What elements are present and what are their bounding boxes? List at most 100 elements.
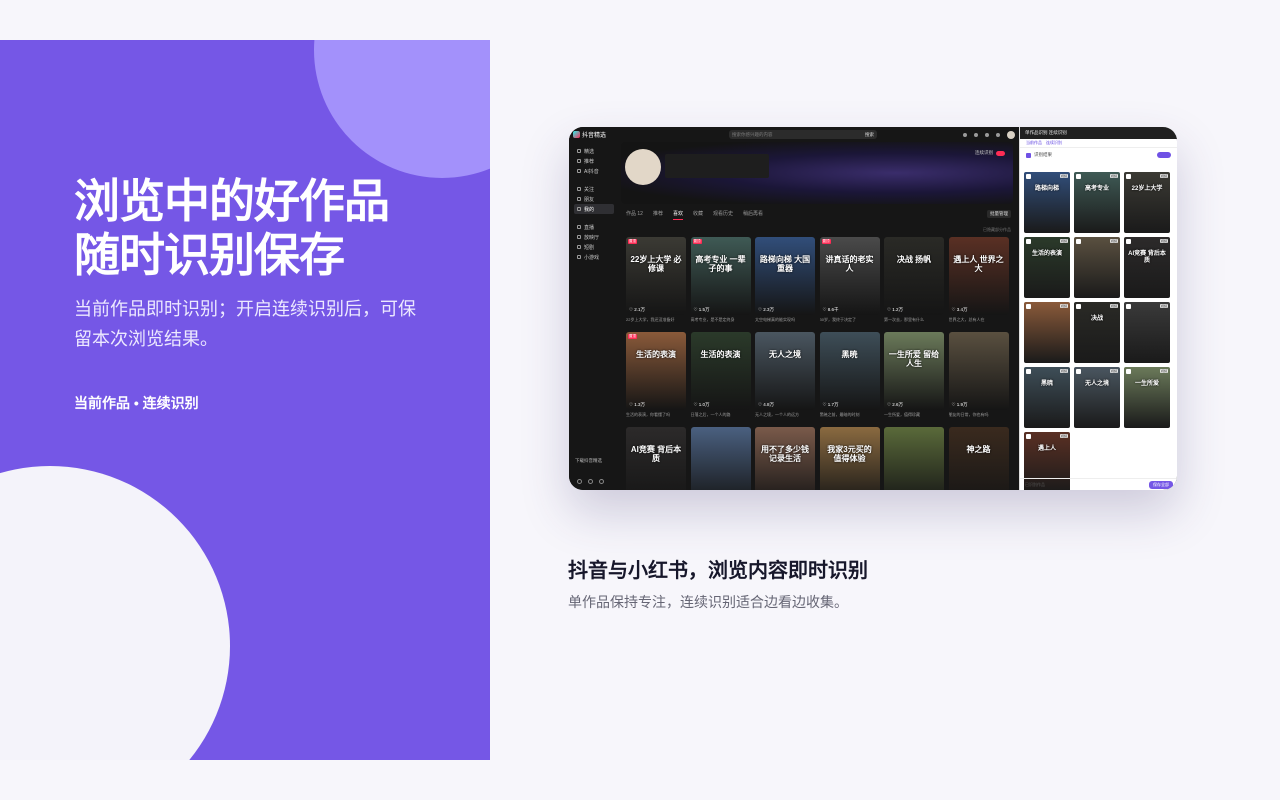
profile-tab[interactable]: 收藏 [693,210,703,220]
recognized-card[interactable]: 视频 路梯向梯 [1024,172,1070,233]
upload-icon[interactable] [985,132,989,137]
extension-tab-continuous[interactable]: 连续识别 [1046,140,1062,146]
settings-icon[interactable] [577,479,582,484]
video-thumbnail[interactable]: 一生所爱 留给人生 ♡ 2.6万 [884,332,944,410]
video-thumbnail[interactable]: 决战 扬帆 ♡ 1.2万 [884,237,944,315]
sidebar-item[interactable]: 放映厅 [574,232,614,242]
select-checkbox[interactable] [1076,174,1081,179]
select-checkbox[interactable] [1076,304,1081,309]
sidebar-item-label: 小游戏 [584,254,600,261]
video-card[interactable]: ♡ 3.5万春天的花开了 [884,427,944,490]
profile-tab[interactable]: 推荐 [653,210,663,220]
recognized-card-title: 22岁上大学 [1131,186,1163,192]
recognized-card[interactable]: 视频 一生所爱 [1124,367,1170,428]
sidebar-item[interactable]: 小游戏 [574,252,614,262]
settings-icon[interactable] [996,132,1000,137]
video-card[interactable]: 置顶 讲真话的老实人 ♡ 8.6千 30岁，我终于决定了 [819,237,880,324]
video-card[interactable]: 用不了多少钱 记录生活♡ 5.2万记录生活的每一天 [755,427,815,490]
help-icon[interactable] [599,479,604,484]
select-checkbox[interactable] [1026,174,1031,179]
profile-avatar[interactable] [625,149,661,185]
select-checkbox[interactable] [1076,239,1081,244]
profile-tab[interactable]: 作品 12 [626,210,643,220]
profile-tab[interactable]: 稍后再看 [743,210,763,220]
select-checkbox[interactable] [1076,369,1081,374]
douyin-search-input[interactable]: 搜索你感兴趣的内容 搜索 [729,130,877,139]
checkbox-icon[interactable] [1026,152,1031,158]
video-likes: ♡ 2.1万 [629,307,646,312]
video-card[interactable]: 置顶 高考专业 一辈子的事 ♡ 1.5万 高考专业，是不是定终身 [690,237,751,324]
video-card[interactable]: 路梯向梯 大国重器 ♡ 2.3万 太空电梯真的能实现吗 [755,237,815,324]
video-thumbnail[interactable]: 我家3元买的 值得体验♡ 1.3万 [819,427,880,490]
sidebar-download[interactable]: 下载抖音精选 [575,458,602,464]
video-card[interactable]: 置顶 生活的表演 ♡ 1.3万 生活的表演，你看懂了吗 [626,332,686,419]
recognized-card[interactable]: 视频 黑暁 [1024,367,1070,428]
video-card[interactable]: 遇上人 世界之大 ♡ 3.4万 世界之大，总有人在 [948,237,1009,324]
profile-tab[interactable]: 观看历史 [713,210,733,220]
video-thumbnail[interactable]: 路梯向梯 大国重器 ♡ 2.3万 [755,237,815,315]
user-avatar[interactable] [1007,130,1015,139]
select-checkbox[interactable] [1026,239,1031,244]
sidebar-item[interactable]: 朋友 [574,194,614,204]
video-card[interactable]: 置顶 22岁上大学 必修课 ♡ 2.1万 22岁上大学，我还没准备好 [626,237,686,324]
select-checkbox[interactable] [1026,369,1031,374]
bell-icon[interactable] [963,132,967,137]
video-thumbnail[interactable]: 黑暁 ♡ 1.7万 [819,332,880,410]
video-card[interactable]: 一生所爱 留给人生 ♡ 2.6万 一生所爱，值得珍藏 [884,332,944,419]
video-card[interactable]: 神之路♡ 2.8万神之路，传说中的地方 [948,427,1009,490]
recognized-card[interactable]: 视频 [1024,302,1070,363]
sidebar-item[interactable]: 关注 [574,184,614,194]
video-card[interactable]: 黑暁 ♡ 1.7万 黑暁之前，最暗的时刻 [819,332,880,419]
select-checkbox[interactable] [1026,304,1031,309]
video-card[interactable]: ♡ 9.8千这个方法太实用了 [690,427,751,490]
sidebar-item[interactable]: 精选 [574,146,614,156]
select-checkbox[interactable] [1126,304,1131,309]
recognized-card[interactable]: 视频 高考专业 [1074,172,1120,233]
message-icon[interactable] [974,132,978,137]
video-thumbnail[interactable]: 置顶 生活的表演 ♡ 1.3万 [626,332,686,410]
recognized-card[interactable]: 视频 [1124,302,1170,363]
video-thumbnail[interactable]: 神之路♡ 2.8万 [948,427,1009,490]
recognized-card[interactable]: 视频 AI竞赛 背后本质 [1124,237,1170,298]
video-thumbnail[interactable]: 生活的表演 ♡ 1.0万 [690,332,751,410]
video-card[interactable]: AI竞赛 背后本质♡ 1.1万AI竞赛的背后 [626,427,686,490]
video-card[interactable]: ♡ 1.9万 朋友的日常，你也有吗 [948,332,1009,419]
sidebar-item[interactable]: 直播 [574,222,614,232]
select-checkbox[interactable] [1026,434,1031,439]
recognized-card[interactable]: 视频 [1074,237,1120,298]
sidebar-item[interactable]: 推荐 [574,156,614,166]
select-checkbox[interactable] [1126,174,1131,179]
recognized-card[interactable]: 视频 决战 [1074,302,1120,363]
video-thumbnail[interactable]: ♡ 9.8千 [690,427,751,490]
select-checkbox[interactable] [1126,369,1131,374]
recognized-card[interactable]: 视频 生活的表演 [1024,237,1070,298]
video-card[interactable]: 决战 扬帆 ♡ 1.2万 第一次去，那里有什么 [884,237,944,324]
video-thumbnail[interactable]: 置顶 22岁上大学 必修课 ♡ 2.1万 [626,237,686,315]
video-thumbnail[interactable]: 置顶 讲真话的老实人 ♡ 8.6千 [819,237,880,315]
video-thumbnail[interactable]: 用不了多少钱 记录生活♡ 5.2万 [755,427,815,490]
video-thumbnail[interactable]: 遇上人 世界之大 ♡ 3.4万 [948,237,1009,315]
profile-tab[interactable]: 喜欢 [672,210,683,220]
continuous-toggle[interactable] [1157,152,1171,158]
sidebar-item[interactable]: AI抖音 [574,166,614,176]
video-thumbnail[interactable]: 无人之境 ♡ 4.8万 [755,332,815,410]
video-thumbnail[interactable]: ♡ 1.9万 [948,332,1009,410]
recognized-card[interactable]: 视频 22岁上大学 [1124,172,1170,233]
sidebar-item[interactable]: 我的 [574,204,614,214]
video-card[interactable]: 我家3元买的 值得体验♡ 1.3万重庆3元美食值得 [819,427,880,490]
video-thumbnail[interactable]: 置顶 高考专业 一辈子的事 ♡ 1.5万 [690,237,751,315]
video-thumbnail[interactable]: AI竞赛 背后本质♡ 1.1万 [626,427,686,490]
save-all-button[interactable]: 保存全部 [1149,480,1173,489]
manage-button[interactable]: 批量管理 [987,210,1011,218]
toggle-switch-icon[interactable] [996,150,1005,156]
video-thumbnail[interactable]: ♡ 3.5万 [884,427,944,490]
search-button[interactable]: 搜索 [865,132,874,138]
extension-tab-current[interactable]: 当前作品 [1026,140,1042,146]
theme-icon[interactable] [588,479,593,484]
video-card[interactable]: 生活的表演 ♡ 1.0万 日落之后，一个人的路 [690,332,751,419]
recognized-card[interactable]: 视频 无人之境 [1074,367,1120,428]
banner-toggle[interactable]: 连续识别 [975,150,1005,156]
sidebar-item[interactable]: 短剧 [574,242,614,252]
select-checkbox[interactable] [1126,239,1131,244]
video-card[interactable]: 无人之境 ♡ 4.8万 无人之境，一个人的远方 [755,332,815,419]
